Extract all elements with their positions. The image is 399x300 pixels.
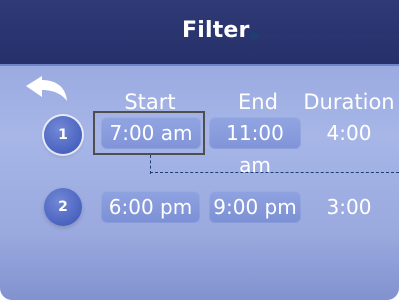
selection-callout-horizontal [150,172,399,173]
selected-start-time-outline [93,111,205,155]
filter-cycle-2-start-time[interactable]: 6:00 pm [101,191,200,223]
callout-dot-icon [250,32,258,40]
header-bar: Filter [0,0,399,66]
callout-line [258,35,399,36]
filter-cycle-2-end-time[interactable]: 9:00 pm [209,191,301,223]
duration-column-header: Duration [303,90,395,114]
filter-cycle-2-duration: 3:00 [326,195,372,219]
back-arrow-icon[interactable] [24,66,76,104]
filter-cycle-1-button[interactable]: 1 [44,116,82,154]
page-title: Filter [182,18,250,43]
filter-cycle-1-end-time[interactable]: 11:00 am [209,117,301,177]
end-column-header: End [238,90,278,114]
filter-screen: Filter Start End Duration 1 7:00 am 11:0… [0,0,399,300]
filter-cycle-2-button[interactable]: 2 [44,188,82,226]
filter-cycle-1-duration: 4:00 [326,121,372,145]
